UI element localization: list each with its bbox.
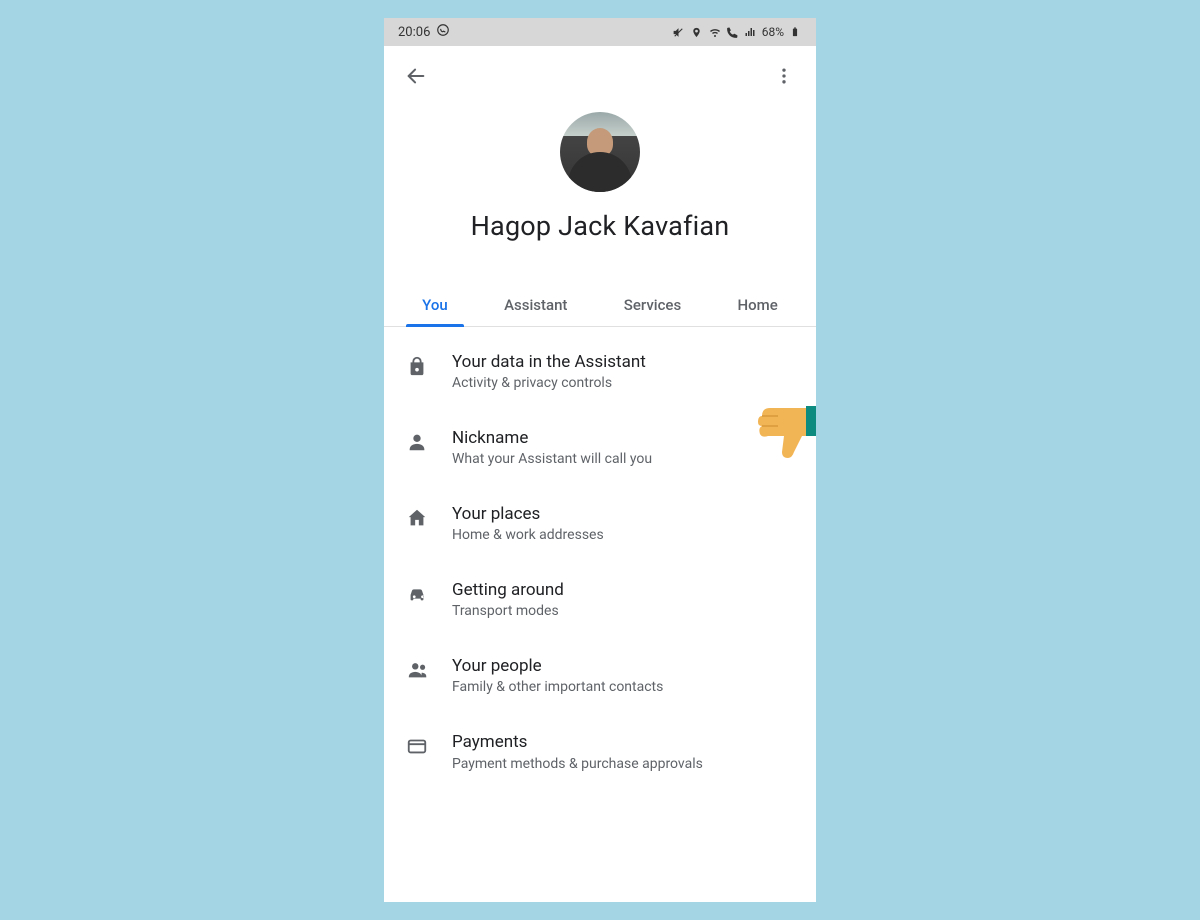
lock-icon	[406, 355, 430, 379]
more-vert-icon	[774, 66, 794, 86]
tab-assistant[interactable]: Assistant	[494, 282, 577, 326]
list-text: Your places Home & work addresses	[452, 503, 794, 543]
thumbs-down-pointer-icon	[752, 404, 816, 460]
list-title: Your places	[452, 503, 794, 525]
call-icon	[726, 25, 740, 39]
list-text: Your people Family & other important con…	[452, 655, 794, 695]
list-title: Your data in the Assistant	[452, 351, 794, 373]
profile-header: Hagop Jack Kavafian	[384, 98, 816, 282]
list-item-getting-around[interactable]: Getting around Transport modes	[384, 561, 816, 637]
whatsapp-icon	[436, 23, 450, 41]
list-text: Your data in the Assistant Activity & pr…	[452, 351, 794, 391]
people-icon	[406, 659, 430, 683]
tab-you[interactable]: You	[412, 282, 458, 326]
list-title: Your people	[452, 655, 794, 677]
status-bar: 20:06 68%	[384, 18, 816, 46]
back-button[interactable]	[400, 60, 432, 92]
wifi-icon	[708, 25, 722, 39]
status-time: 20:06	[398, 25, 430, 40]
list-sub: Activity & privacy controls	[452, 375, 794, 391]
list-sub: Transport modes	[452, 603, 794, 619]
status-bar-left: 20:06	[398, 23, 450, 41]
status-bar-right: 68%	[672, 25, 802, 39]
list-item-payments[interactable]: Payments Payment methods & purchase appr…	[384, 713, 816, 789]
list-title: Nickname	[452, 427, 794, 449]
list-item-your-data[interactable]: Your data in the Assistant Activity & pr…	[384, 333, 816, 409]
list-item-your-people[interactable]: Your people Family & other important con…	[384, 637, 816, 713]
phone-frame: 20:06 68% Hagop Jack Kavafian You Assist…	[384, 18, 816, 902]
list-title: Payments	[452, 731, 794, 753]
list-sub: Family & other important contacts	[452, 679, 794, 695]
profile-name: Hagop Jack Kavafian	[471, 210, 730, 242]
signal-icon	[744, 25, 758, 39]
battery-icon	[788, 25, 802, 39]
card-icon	[406, 735, 430, 759]
list-sub: What your Assistant will call you	[452, 451, 794, 467]
person-icon	[406, 431, 430, 455]
app-bar	[384, 46, 816, 98]
battery-percent: 68%	[762, 25, 784, 39]
settings-list: Your data in the Assistant Activity & pr…	[384, 327, 816, 790]
list-text: Payments Payment methods & purchase appr…	[452, 731, 794, 771]
tab-bar: You Assistant Services Home	[384, 282, 816, 327]
avatar[interactable]	[560, 112, 640, 192]
list-item-your-places[interactable]: Your places Home & work addresses	[384, 485, 816, 561]
list-title: Getting around	[452, 579, 794, 601]
list-text: Getting around Transport modes	[452, 579, 794, 619]
tab-home[interactable]: Home	[728, 282, 788, 326]
home-icon	[406, 507, 430, 531]
location-icon	[690, 25, 704, 39]
overflow-menu-button[interactable]	[768, 60, 800, 92]
list-sub: Payment methods & purchase approvals	[452, 756, 794, 772]
car-icon	[406, 583, 430, 607]
list-text: Nickname What your Assistant will call y…	[452, 427, 794, 467]
mute-icon	[672, 25, 686, 39]
list-sub: Home & work addresses	[452, 527, 794, 543]
arrow-left-icon	[405, 65, 427, 87]
tab-services[interactable]: Services	[614, 282, 691, 326]
